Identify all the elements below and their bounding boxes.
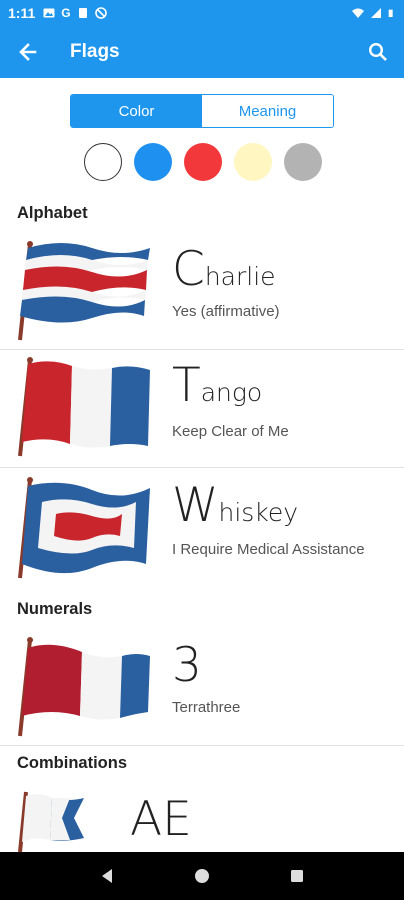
swatch-blue[interactable] (134, 143, 172, 181)
list-item-ae[interactable]: AE (0, 786, 404, 852)
section-combinations: Combinations (17, 754, 127, 772)
search-icon (368, 42, 387, 61)
flag-initial: AE (130, 792, 192, 847)
flag-initial: T (172, 358, 201, 413)
flag-meaning: Yes (affirmative) (172, 303, 280, 320)
swatch-red[interactable] (184, 143, 222, 181)
system-nav-bar (0, 852, 404, 900)
flag-name: AE (130, 792, 192, 847)
flag-name-rest: ango (200, 378, 263, 407)
arrow-left-icon (19, 43, 37, 61)
flag-tango-icon (18, 357, 150, 457)
flag-meaning: Keep Clear of Me (172, 423, 289, 440)
section-alphabet: Alphabet (17, 204, 88, 222)
gallery-icon (43, 8, 55, 18)
divider (0, 745, 404, 746)
clipboard-icon (78, 8, 87, 18)
flag-name: Tango (172, 358, 262, 413)
toggle-meaning[interactable]: Meaning (202, 95, 333, 127)
list-item-tango[interactable]: Tango Keep Clear of Me (0, 350, 404, 468)
status-time: 1:11 (8, 5, 36, 21)
g-icon: G (61, 6, 71, 20)
flag-name: Charlie (172, 242, 276, 297)
color-swatches (84, 143, 322, 181)
no-disturb-icon (94, 7, 107, 19)
flag-initial: 3 (172, 638, 202, 693)
flag-name: Whiskey (172, 478, 298, 533)
section-numerals: Numerals (17, 600, 93, 618)
flag-name-rest: harlie (204, 262, 276, 291)
toggle-color[interactable]: Color (71, 95, 202, 127)
flag-ae-icon (18, 791, 84, 852)
nav-back-button[interactable] (92, 861, 122, 891)
nav-home-button[interactable] (187, 861, 217, 891)
flag-charlie-icon (18, 241, 150, 341)
back-button[interactable] (0, 26, 56, 78)
flag-name: 3 (172, 638, 202, 693)
swatch-white[interactable] (84, 143, 122, 181)
wifi-icon (352, 8, 364, 18)
flag-whiskey-icon (18, 477, 150, 579)
nav-home-icon (194, 869, 209, 883)
signal-icon (371, 8, 381, 18)
nav-back-icon (102, 869, 113, 883)
app-bar: Flags (0, 26, 404, 78)
search-button[interactable] (352, 26, 404, 78)
nav-recents-button[interactable] (282, 861, 312, 891)
list-item-charlie[interactable]: Charlie Yes (affirmative) (0, 236, 404, 350)
list-item-three[interactable]: 3 Terrathree (0, 630, 404, 746)
page-title: Flags (70, 41, 120, 62)
swatch-yellow[interactable] (234, 143, 272, 181)
nav-recents-icon (290, 870, 303, 882)
flag-initial: W (172, 478, 219, 533)
flag-name-rest: hiskey (218, 498, 299, 527)
flag-meaning: I Require Medical Assistance (172, 541, 365, 558)
status-bar: 1:11 G (0, 0, 404, 26)
flag-initial: C (172, 242, 205, 297)
flag-meaning: Terrathree (172, 699, 241, 716)
color-meaning-toggle: Color Meaning (70, 94, 334, 128)
flag-three-icon (18, 637, 150, 737)
list-item-whiskey[interactable]: Whiskey I Require Medical Assistance (0, 468, 404, 592)
battery-icon (388, 9, 393, 17)
status-notification-icons: G (43, 6, 107, 20)
swatch-gray[interactable] (284, 143, 322, 181)
